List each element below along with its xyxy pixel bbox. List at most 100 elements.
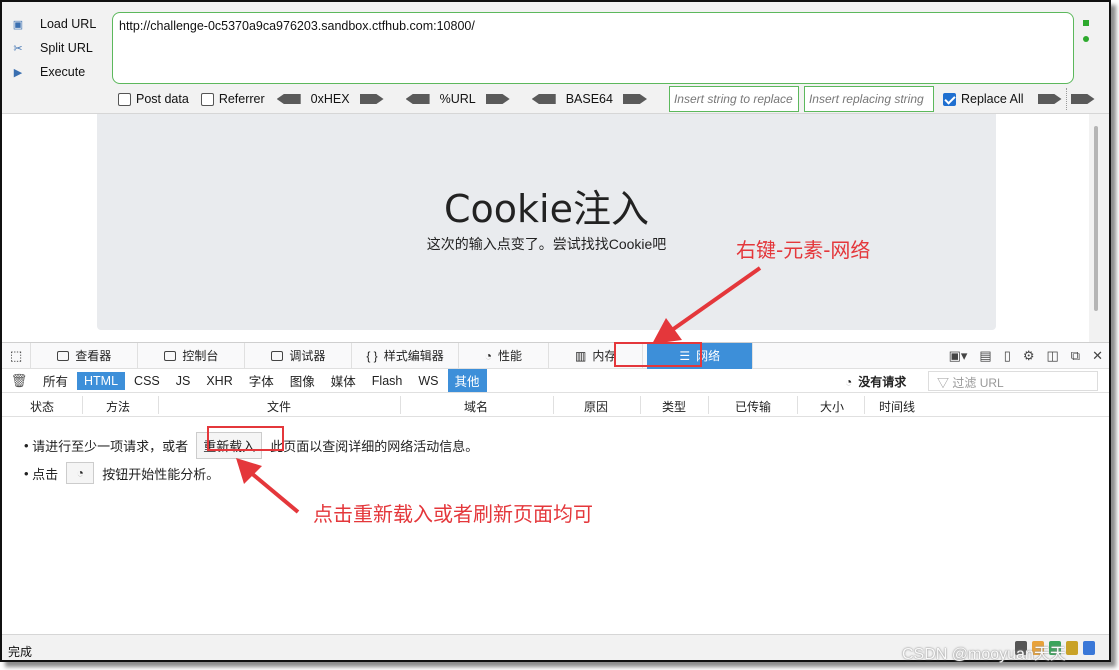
filter-fonts[interactable]: 字体 — [242, 369, 281, 392]
notice-text-1b: 此页面以查阅详细的网络活动信息。 — [270, 438, 479, 454]
settings-icon[interactable]: ⚙ — [1023, 348, 1035, 364]
tab-performance[interactable]: ◔ 性能 — [459, 342, 549, 369]
filter-js[interactable]: JS — [169, 372, 198, 390]
filter-url-input[interactable]: ▽ 过滤 URL — [928, 371, 1098, 391]
clear-trash-icon[interactable]: 🗑 — [8, 373, 30, 389]
memory-icon: ▥ — [574, 348, 587, 363]
toolbar-divider — [1065, 88, 1067, 110]
replace-run-all-arrow-icon[interactable] — [1070, 94, 1095, 104]
annotation-top: 右键-元素-网络 — [736, 238, 871, 262]
hackbar: ▣ Load URL ✂ Split URL ▶ Execute http://… — [2, 2, 1109, 114]
tab-inspector[interactable]: 查看器 — [31, 342, 139, 369]
base64-encode-arrow-icon[interactable] — [531, 94, 556, 104]
devtools-panel: ⬚ 查看器 控制台 调试器 { } 样式编辑器 ◔ 性能 ▥ 内存 ☰ 网络 ▣▾ ▤ … — [2, 342, 1109, 634]
hex-encoder: 0xHEX — [276, 92, 384, 106]
col-domain[interactable]: 域名 — [464, 398, 488, 415]
referrer-checkbox[interactable]: Referrer — [200, 92, 265, 106]
filter-css[interactable]: CSS — [127, 372, 167, 390]
hackbar-toolbar: Post data Referrer 0xHEX %URL BASE64 Ins… — [118, 86, 1095, 112]
base64-label: BASE64 — [565, 92, 613, 106]
post-data-checkbox[interactable]: Post data — [118, 92, 189, 106]
page-viewport: Cookie注入 这次的输入点变了。尝试找找Cookie吧 — [2, 114, 1109, 342]
separate-window-icon[interactable]: ⧉ — [1071, 348, 1080, 364]
dock-side-icon[interactable]: ◫ — [1047, 348, 1059, 364]
no-requests-icon: ◔ — [845, 374, 853, 389]
base64-decode-arrow-icon[interactable] — [622, 94, 647, 104]
annotation-bottom: 点击重新载入或者刷新页面均可 — [313, 502, 593, 526]
hackbar-actions: ▣ Load URL ✂ Split URL ▶ Execute — [10, 12, 105, 84]
hackbar-indicators — [1083, 20, 1091, 52]
filter-media[interactable]: 媒体 — [324, 369, 363, 392]
url-decode-arrow-icon[interactable] — [485, 94, 510, 104]
load-url-icon: ▣ — [12, 18, 24, 31]
post-data-label: Post data — [136, 92, 189, 106]
filter-ws[interactable]: WS — [411, 372, 445, 390]
execute-button[interactable]: ▶ Execute — [10, 60, 105, 84]
col-type[interactable]: 类型 — [662, 398, 686, 415]
csdn-watermark: CSDN @mooyuan天天 — [902, 646, 1066, 663]
url-encoder: %URL — [405, 92, 510, 106]
col-waterfall[interactable]: 时间线 — [879, 398, 915, 415]
tab-performance-label: 性能 — [497, 349, 522, 363]
replace-all-checkbox[interactable]: Replace All — [942, 92, 1024, 106]
notice-line-2: • 点击 ◔ 按钮开始性能分析。 — [24, 459, 478, 487]
addon-icon[interactable] — [1083, 641, 1095, 655]
filter-other[interactable]: 其他 — [447, 369, 487, 392]
load-url-button[interactable]: ▣ Load URL — [10, 12, 105, 36]
tab-debugger[interactable]: 调试器 — [245, 342, 353, 369]
col-status[interactable]: 状态 — [30, 398, 54, 415]
close-devtools-icon[interactable]: ✕ — [1092, 348, 1103, 364]
addon-icon[interactable] — [1066, 641, 1078, 655]
hex-encode-arrow-icon[interactable] — [276, 94, 301, 104]
start-performance-button[interactable]: ◔ — [66, 462, 95, 484]
performance-icon: ◔ — [484, 348, 492, 363]
network-tab-highlight — [614, 342, 702, 367]
tab-memory-label: 内存 — [592, 349, 617, 363]
col-method[interactable]: 方法 — [106, 398, 130, 415]
no-requests-label: 没有请求 — [858, 375, 907, 389]
col-transferred[interactable]: 已传输 — [735, 398, 771, 415]
load-url-label: Load URL — [40, 17, 97, 31]
devtools-tabbar: ⬚ 查看器 控制台 调试器 { } 样式编辑器 ◔ 性能 ▥ 内存 ☰ 网络 ▣▾ ▤ … — [2, 342, 1109, 369]
col-size[interactable]: 大小 — [820, 398, 844, 415]
tab-style-editor[interactable]: { } 样式编辑器 — [352, 342, 459, 369]
hex-decode-arrow-icon[interactable] — [359, 94, 384, 104]
console-icon — [164, 350, 177, 361]
notice-text-1a: 请进行至少一项请求，或者 — [32, 438, 189, 454]
replace-all-label: Replace All — [960, 92, 1024, 106]
split-url-button[interactable]: ✂ Split URL — [10, 36, 105, 60]
replace-run-arrow-icon[interactable] — [1037, 94, 1062, 104]
filter-url-placeholder: 过滤 URL — [952, 376, 1004, 390]
tab-console-label: 控制台 — [182, 349, 219, 363]
device-icon[interactable]: ▯ — [1004, 348, 1011, 364]
hero-panel: Cookie注入 这次的输入点变了。尝试找找Cookie吧 — [97, 114, 996, 330]
col-cause[interactable]: 原因 — [584, 398, 608, 415]
filter-images[interactable]: 图像 — [283, 369, 322, 392]
filter-funnel-icon: ▽ — [937, 376, 950, 390]
replace-with-input[interactable]: Insert replacing string — [803, 86, 934, 112]
tab-debugger-label: 调试器 — [289, 349, 326, 363]
notice-text-2a: 点击 — [32, 466, 59, 482]
filter-all[interactable]: 所有 — [36, 369, 75, 392]
devtools-controls: ▣▾ ▤ ▯ ⚙ ◫ ⧉ ✕ — [937, 343, 1103, 369]
filter-xhr[interactable]: XHR — [199, 372, 239, 390]
url-textarea[interactable]: http://challenge-0c5370a9ca976203.sandbo… — [112, 12, 1074, 84]
element-picker-icon[interactable]: ⬚ — [2, 342, 32, 369]
responsive-mode-icon[interactable]: ▣▾ — [949, 348, 968, 364]
page-scrollbar[interactable] — [1089, 114, 1109, 342]
col-file[interactable]: 文件 — [267, 398, 291, 415]
performance-stopwatch-icon: ◔ — [76, 466, 84, 480]
hex-label: 0xHEX — [310, 92, 350, 106]
filter-flash[interactable]: Flash — [365, 372, 410, 390]
no-requests-status: ◔ 没有请求 — [845, 373, 906, 390]
inspector-icon — [57, 350, 70, 361]
url-encode-arrow-icon[interactable] — [405, 94, 430, 104]
tab-console[interactable]: 控制台 — [138, 342, 246, 369]
page-title: Cookie注入 — [444, 187, 649, 231]
urlenc-label: %URL — [439, 92, 476, 106]
split-console-icon[interactable]: ▤ — [979, 348, 991, 364]
execute-icon: ▶ — [13, 66, 23, 79]
filter-html[interactable]: HTML — [77, 371, 126, 390]
replace-search-input[interactable]: Insert string to replace — [668, 86, 799, 112]
split-url-label: Split URL — [40, 41, 93, 55]
